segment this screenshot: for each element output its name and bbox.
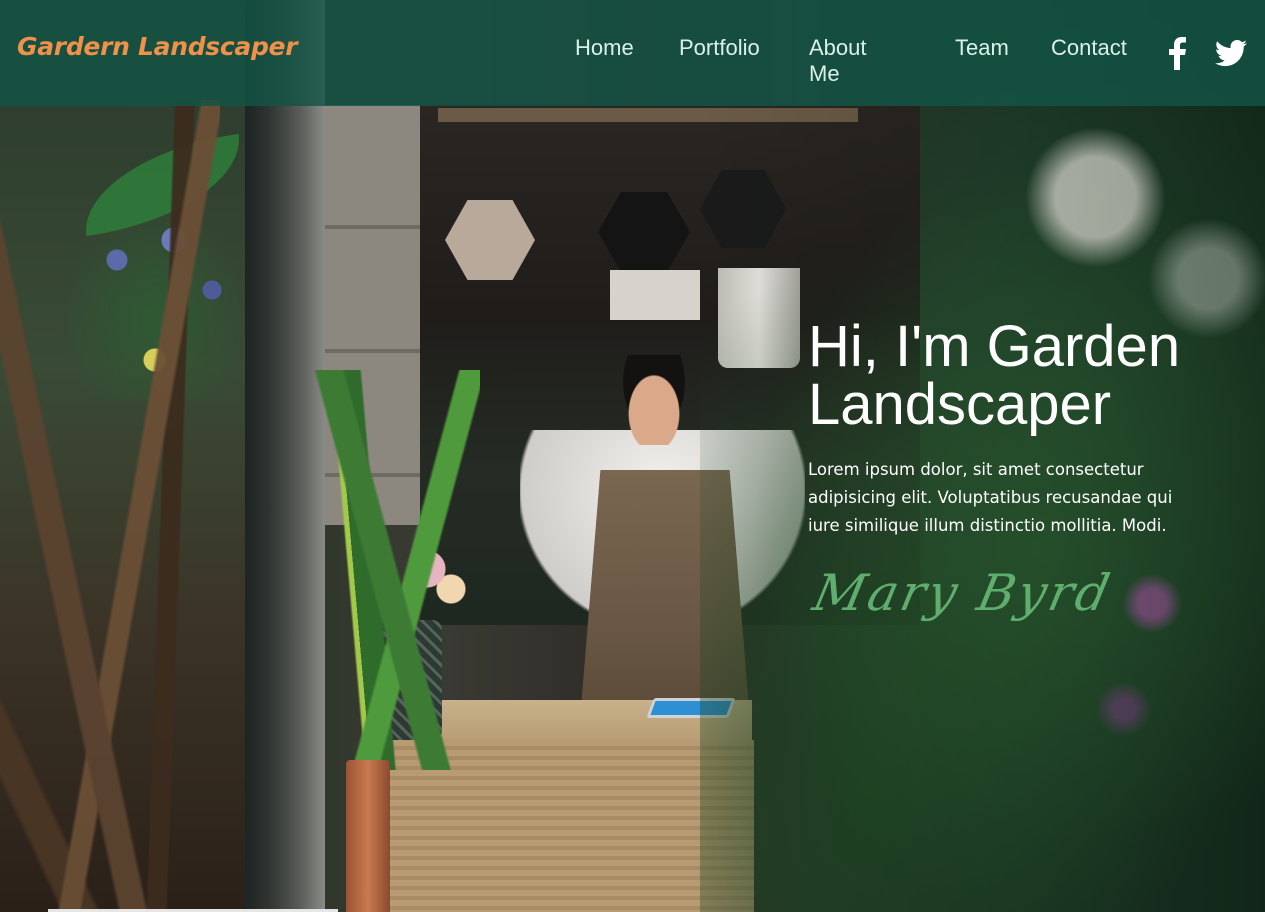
signature-text: Mary Byrd	[807, 564, 1117, 622]
nav-link-team[interactable]: Team	[955, 35, 1009, 61]
navbar: Gardern Landscaper Home Portfolio About …	[0, 0, 1265, 106]
nav-link-contact[interactable]: Contact	[1051, 35, 1127, 61]
signature: Mary Byrd	[807, 564, 1117, 622]
facebook-icon[interactable]	[1160, 36, 1194, 70]
brand-logo[interactable]: Gardern Landscaper	[17, 32, 298, 61]
hero-title: Hi, I'm Garden Landscaper	[808, 314, 1181, 437]
twitter-icon[interactable]	[1214, 36, 1248, 70]
nav-link-home[interactable]: Home	[575, 35, 634, 61]
nav-link-portfolio[interactable]: Portfolio	[679, 35, 760, 61]
hero-description: Lorem ipsum dolor, sit amet consectetur …	[808, 460, 1173, 535]
nav-link-about-me[interactable]: About Me	[809, 35, 867, 87]
